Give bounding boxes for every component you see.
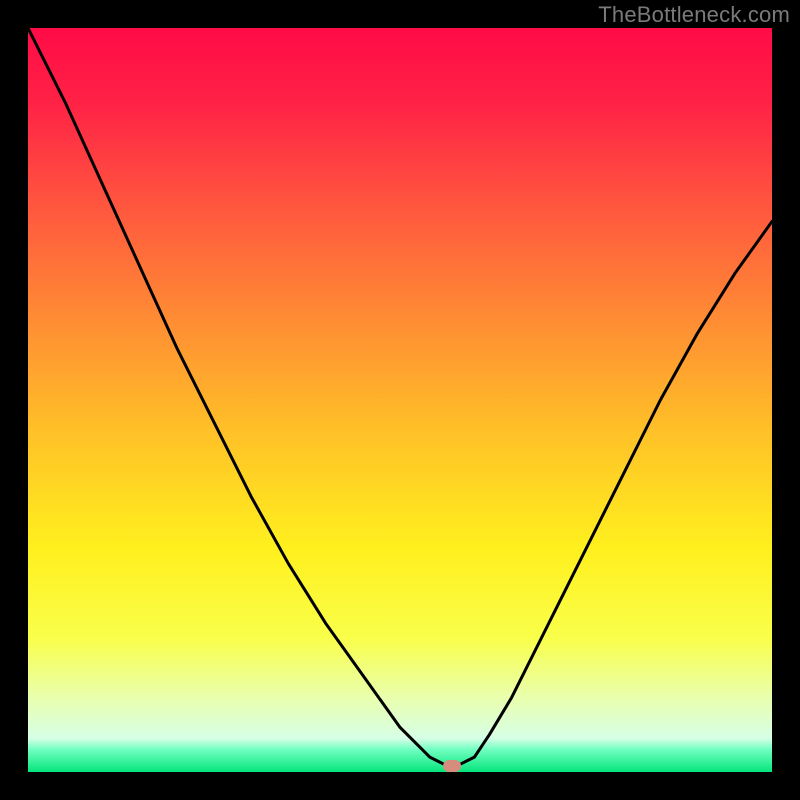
watermark-text: TheBottleneck.com xyxy=(598,2,790,28)
minimum-marker xyxy=(443,760,461,772)
plot-area xyxy=(28,28,772,772)
chart-svg xyxy=(28,28,772,772)
chart-container: TheBottleneck.com xyxy=(0,0,800,800)
